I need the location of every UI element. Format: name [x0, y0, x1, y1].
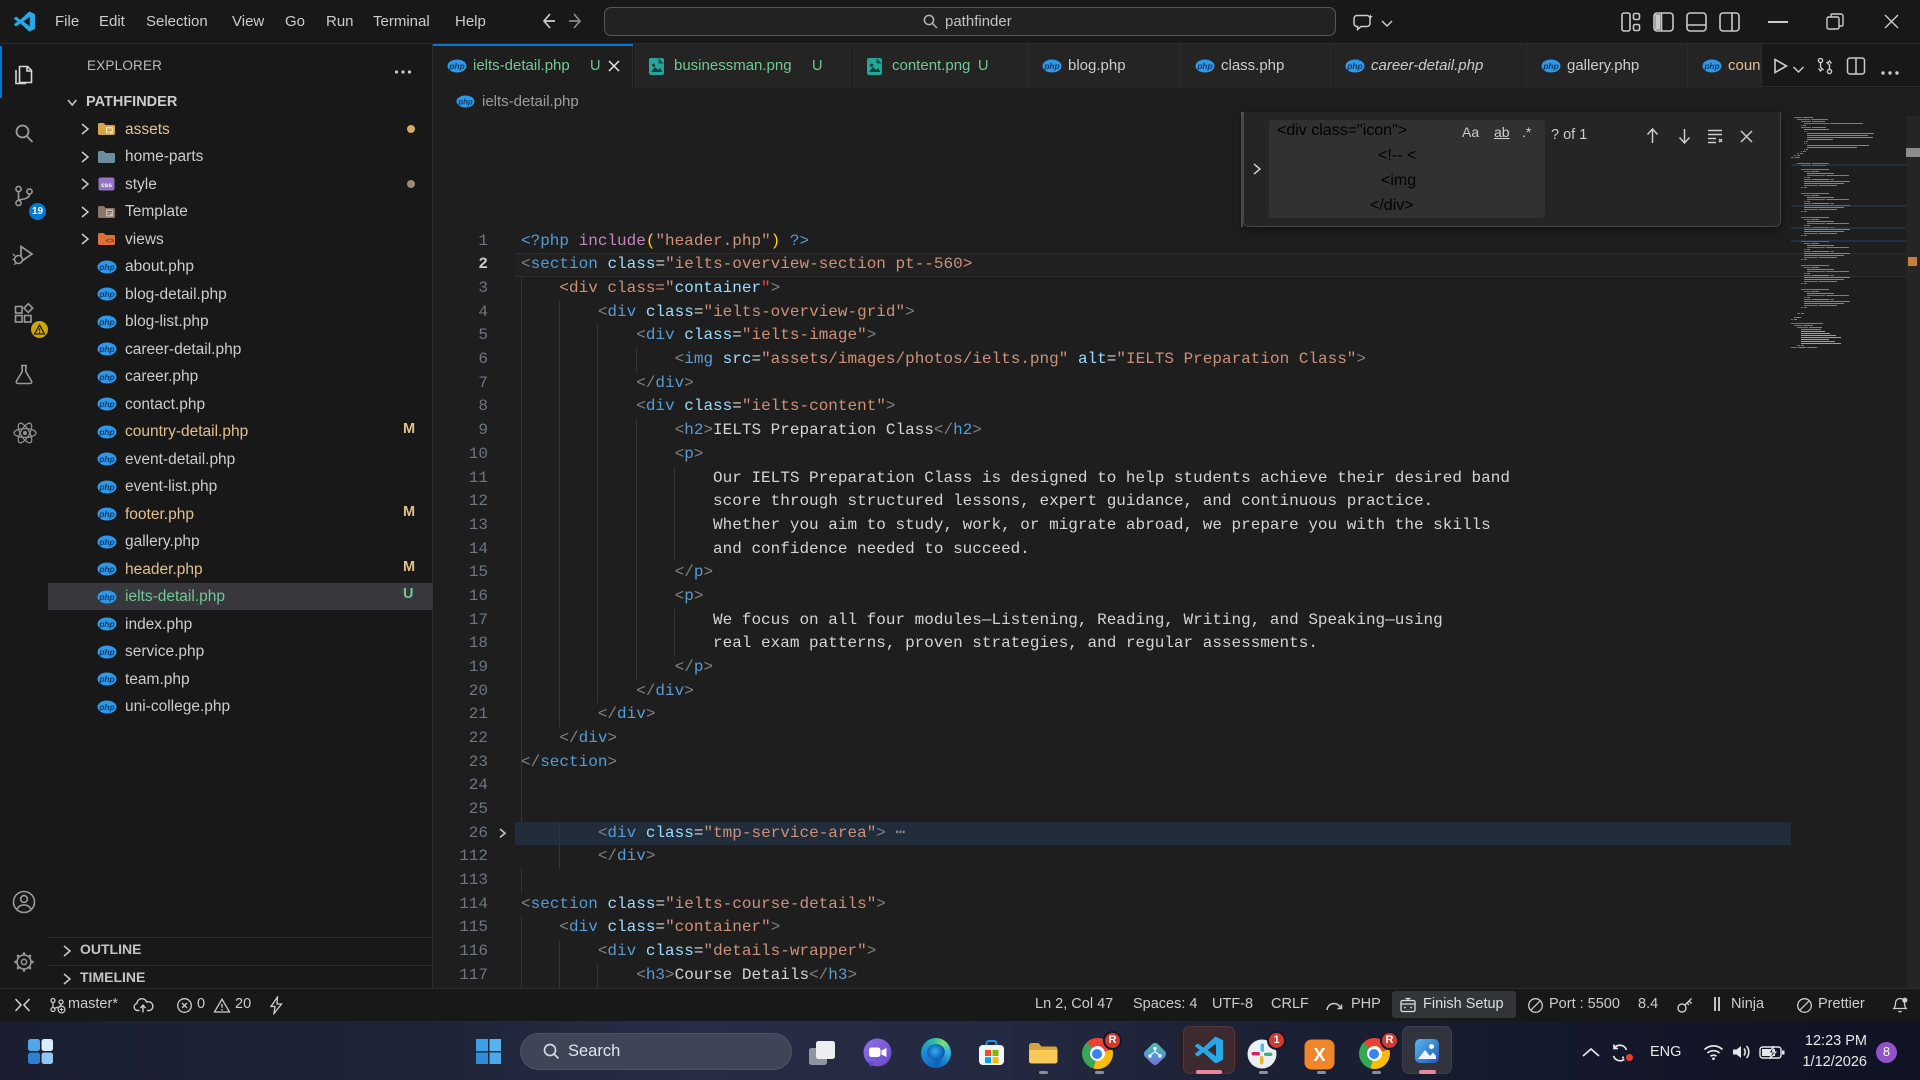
svg-text:php: php — [98, 509, 114, 519]
svg-text:php: php — [98, 619, 114, 629]
svg-text:php: php — [98, 399, 114, 409]
svg-text:php: php — [98, 344, 114, 354]
svg-text:php: php — [98, 289, 114, 299]
svg-text:php: php — [98, 372, 114, 382]
svg-text:php: php — [1196, 61, 1212, 71]
svg-text:php: php — [98, 537, 114, 547]
svg-text:php: php — [98, 261, 114, 271]
svg-text:php: php — [98, 316, 114, 326]
svg-text:php: php — [98, 647, 114, 657]
svg-text:php: php — [1346, 61, 1362, 71]
svg-text:php: php — [98, 564, 114, 574]
svg-text:php: php — [1043, 61, 1059, 71]
svg-text:php: php — [98, 592, 114, 602]
svg-text:css: css — [101, 182, 112, 189]
svg-text:php: php — [98, 674, 114, 684]
svg-text:X: X — [1313, 1045, 1325, 1065]
svg-text:php: php — [98, 482, 114, 492]
svg-text:php: php — [98, 454, 114, 464]
svg-text:<>: <> — [105, 238, 115, 246]
svg-text:php: php — [457, 97, 473, 106]
svg-text:php: php — [1703, 61, 1719, 71]
svg-text:php: php — [98, 702, 114, 712]
svg-text:php: php — [98, 427, 114, 437]
svg-text:php: php — [448, 61, 464, 71]
svg-text:php: php — [1542, 61, 1558, 71]
